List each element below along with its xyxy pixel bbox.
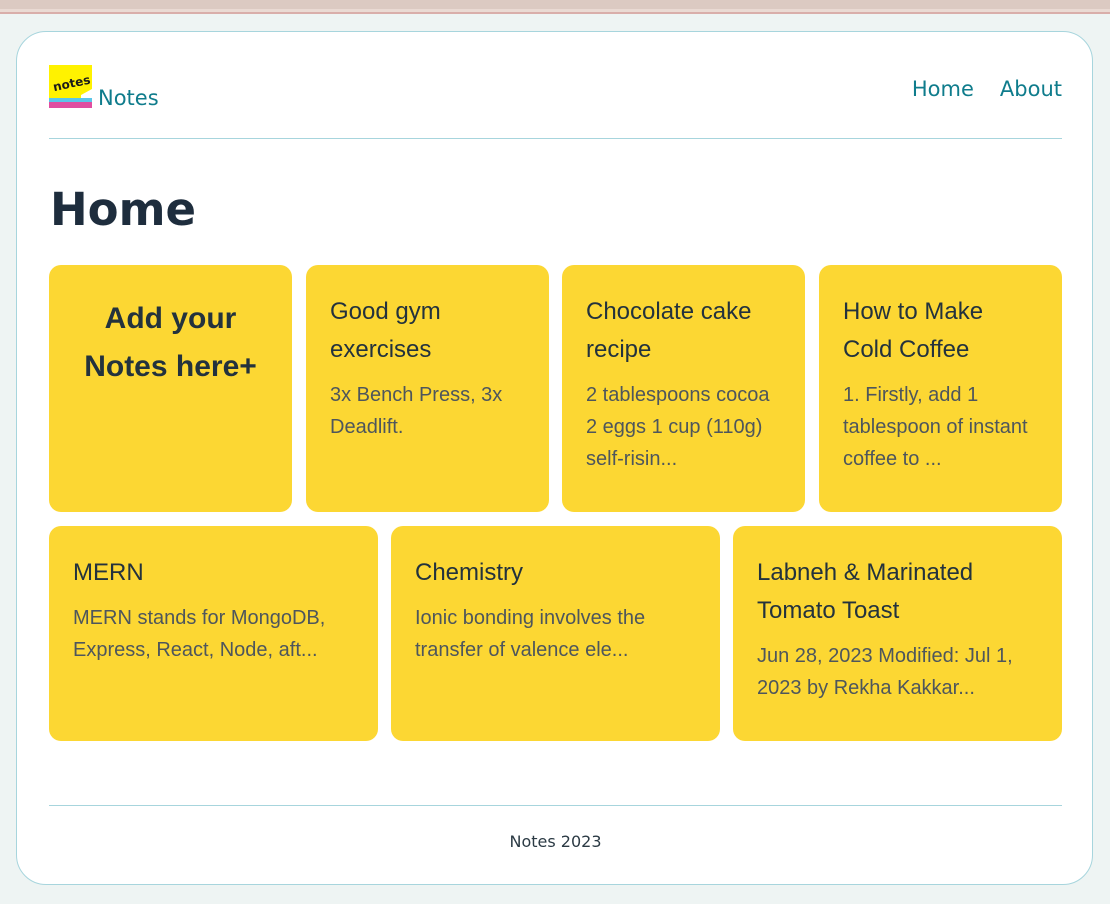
note-preview: 1. Firstly, add 1 tablespoon of instant … <box>843 384 1028 470</box>
add-note-label-line2: Notes here+ <box>84 350 257 383</box>
nav-link-about[interactable]: About <box>1000 77 1062 101</box>
note-title: Chemistry <box>415 559 524 586</box>
page-title: Home <box>50 183 196 236</box>
note-preview: 2 tablespoons cocoa 2 eggs 1 cup (110g) … <box>586 384 770 470</box>
note-title: Chocolate cake recipe <box>586 298 752 363</box>
footer: Notes 2023 <box>49 805 1062 851</box>
note-card[interactable]: Chocolate cake recipe 2 tablespoons coco… <box>562 265 805 512</box>
note-title: How to Make Cold Coffee <box>843 298 984 363</box>
add-note-label-line1: Add your <box>104 302 237 335</box>
brand-link[interactable]: notes Notes <box>49 65 159 110</box>
note-card[interactable]: How to Make Cold Coffee 1. Firstly, add … <box>819 265 1062 512</box>
add-note-label: Add your Notes here+ <box>84 295 257 391</box>
navbar: notes Notes Home About <box>49 65 1062 139</box>
note-title: Labneh & Marinated Tomato Toast <box>757 559 974 624</box>
note-card[interactable]: MERN MERN stands for MongoDB, Express, R… <box>49 526 378 741</box>
note-title: Good gym exercises <box>330 298 441 363</box>
note-card[interactable]: Good gym exercises 3x Bench Press, 3x De… <box>306 265 549 512</box>
note-preview: Jun 28, 2023 Modified: Jul 1, 2023 by Re… <box>757 645 1013 699</box>
note-preview: MERN stands for MongoDB, Express, React,… <box>73 607 326 661</box>
notes-logo-icon: notes <box>49 65 92 108</box>
main-nav: Home About <box>912 77 1062 101</box>
brand-name: Notes <box>98 86 159 110</box>
browser-top-strip-line <box>0 9 1110 14</box>
browser-top-strip <box>0 0 1110 9</box>
footer-text: Notes 2023 <box>509 832 602 851</box>
page-container: notes Notes Home About Home Add your Not… <box>16 31 1093 885</box>
note-card[interactable]: Chemistry Ionic bonding involves the tra… <box>391 526 720 741</box>
note-title: MERN <box>73 559 144 586</box>
note-preview: Ionic bonding involves the transfer of v… <box>415 607 646 661</box>
note-card[interactable]: Labneh & Marinated Tomato Toast Jun 28, … <box>733 526 1062 741</box>
add-note-card[interactable]: Add your Notes here+ <box>49 265 292 512</box>
note-preview: 3x Bench Press, 3x Deadlift. <box>330 384 503 438</box>
nav-link-home[interactable]: Home <box>912 77 974 101</box>
